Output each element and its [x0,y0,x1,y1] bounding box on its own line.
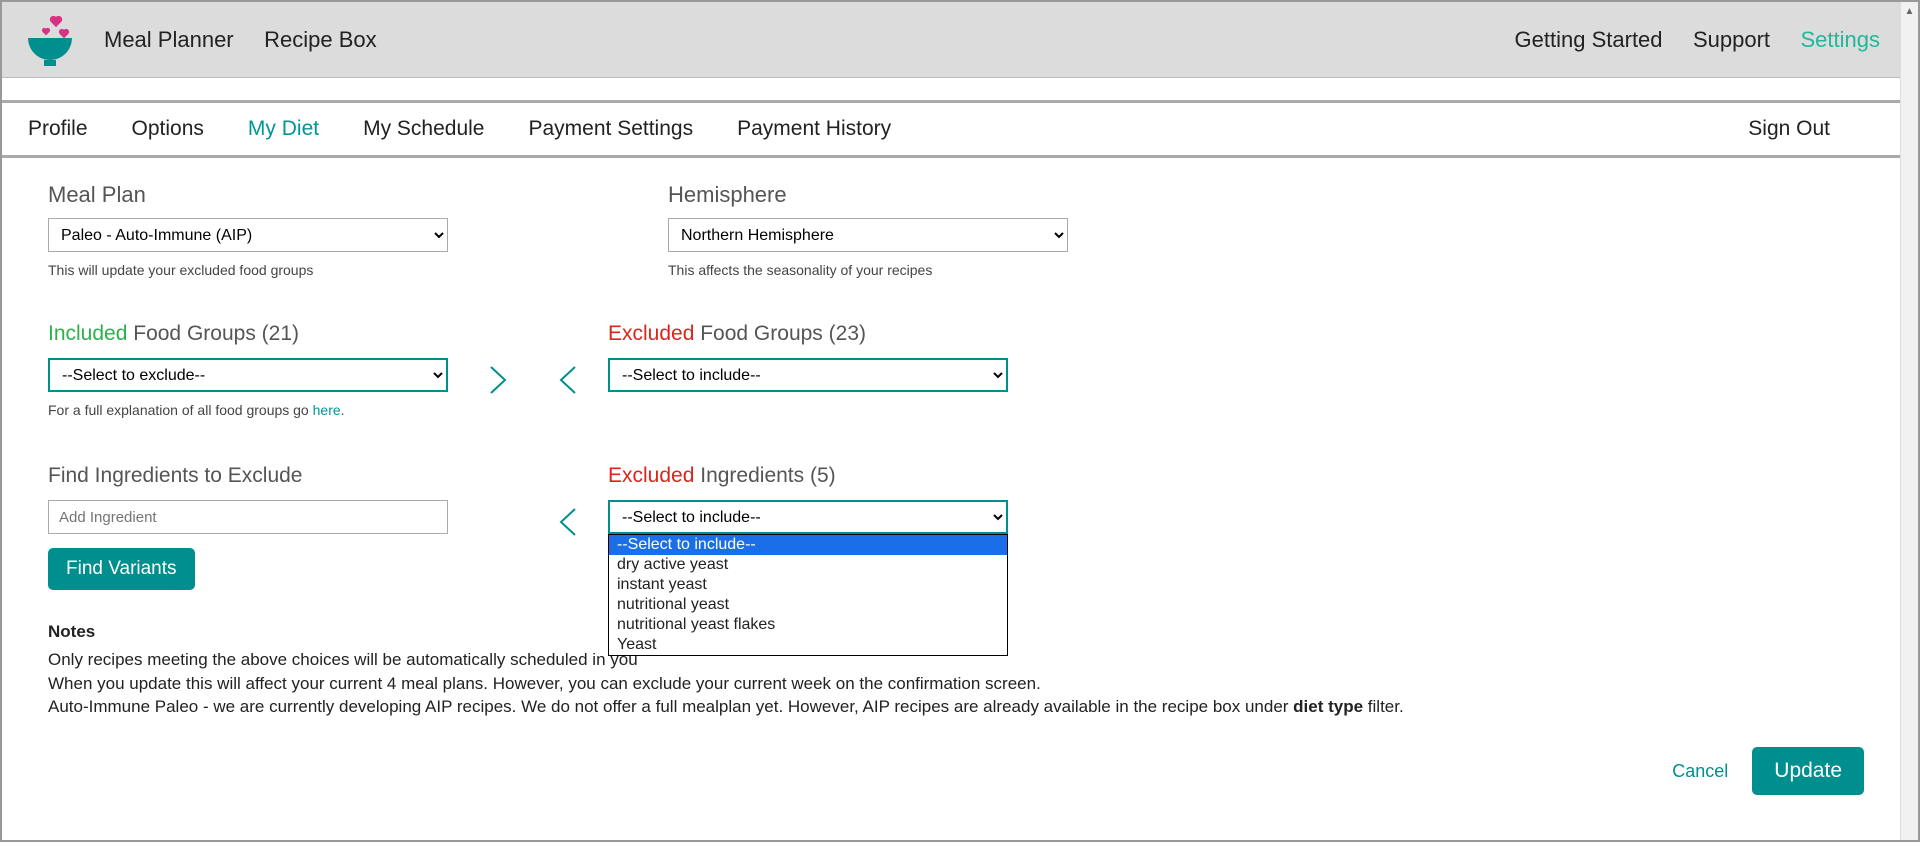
dropdown-option[interactable]: instant yeast [609,575,1007,595]
excluded-food-groups-title: Excluded Food Groups (23) [608,322,1008,346]
form-actions: Cancel Update [48,747,1874,795]
app-logo [24,14,76,66]
subnav-profile[interactable]: Profile [28,117,88,141]
topnav-right: Getting Started Support Settings [1515,27,1880,53]
chevron-left-icon [557,505,579,539]
top-navbar: Meal Planner Recipe Box Getting Started … [2,2,1900,78]
topnav-left: Meal Planner Recipe Box [104,27,403,53]
included-food-groups-title: Included Food Groups (21) [48,322,448,346]
subnav-payment-history[interactable]: Payment History [737,117,891,141]
add-ingredient-input[interactable] [48,500,448,534]
subnav-options[interactable]: Options [132,117,204,141]
nav-recipe-box[interactable]: Recipe Box [264,27,377,52]
cancel-link[interactable]: Cancel [1672,761,1728,782]
subnav-sign-out[interactable]: Sign Out [1748,117,1830,141]
food-groups-help-link[interactable]: here [313,402,341,418]
move-to-included-button[interactable] [548,360,588,400]
dropdown-option[interactable]: nutritional yeast flakes [609,615,1007,635]
include-ingredient-button[interactable] [548,502,588,542]
excluded-ingredients-dropdown-list: --Select to include-- dry active yeast i… [608,534,1008,656]
dropdown-option[interactable]: nutritional yeast [609,595,1007,615]
excluded-food-groups-select[interactable]: --Select to include-- [608,358,1008,392]
meal-plan-select[interactable]: Paleo - Auto-Immune (AIP) [48,218,448,252]
notes-line: Auto-Immune Paleo - we are currently dev… [48,695,1874,719]
chevron-left-icon [557,363,579,397]
meal-plan-helper: This will update your excluded food grou… [48,262,628,278]
update-button[interactable]: Update [1752,747,1864,795]
meal-plan-label: Meal Plan [48,182,628,208]
nav-getting-started[interactable]: Getting Started [1515,27,1663,52]
hemisphere-label: Hemisphere [668,182,1248,208]
nav-settings[interactable]: Settings [1801,27,1881,52]
notes-line: When you update this will affect your cu… [48,672,1874,696]
nav-meal-planner[interactable]: Meal Planner [104,27,234,52]
subnav-payment-settings[interactable]: Payment Settings [529,117,694,141]
hemisphere-helper: This affects the seasonality of your rec… [668,262,1248,278]
scroll-up-icon[interactable]: ▲ [1901,2,1918,20]
vertical-scrollbar[interactable]: ▲ [1900,2,1918,840]
excluded-ingredients-title: Excluded Ingredients (5) [608,464,1008,488]
food-groups-helper: For a full explanation of all food group… [48,402,448,418]
dropdown-option[interactable]: --Select to include-- [609,535,1007,555]
included-food-groups-select[interactable]: --Select to exclude-- [48,358,448,392]
find-variants-button[interactable]: Find Variants [48,548,195,590]
dropdown-option[interactable]: Yeast [609,635,1007,655]
nav-support[interactable]: Support [1693,27,1770,52]
excluded-ingredients-select[interactable]: --Select to include-- [608,500,1008,534]
subnav-my-schedule[interactable]: My Schedule [363,117,484,141]
chevron-right-icon [487,363,509,397]
settings-subnav: Profile Options My Diet My Schedule Paym… [2,100,1900,158]
hemisphere-select[interactable]: Northern Hemisphere [668,218,1068,252]
subnav-my-diet[interactable]: My Diet [248,117,319,141]
move-to-excluded-button[interactable] [478,360,518,400]
find-ingredients-label: Find Ingredients to Exclude [48,464,448,488]
dropdown-option[interactable]: dry active yeast [609,555,1007,575]
